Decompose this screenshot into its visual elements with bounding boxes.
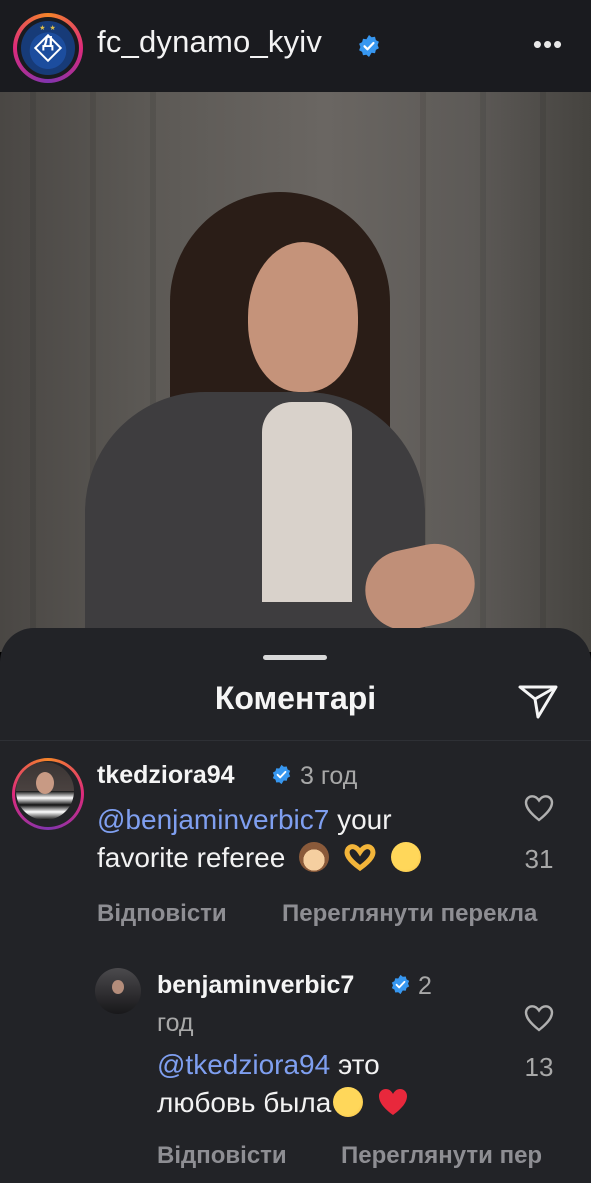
reply-button[interactable]: Відповісти: [157, 1142, 287, 1170]
grinning-sweat-icon: [333, 1086, 364, 1117]
comment-text: @tkedziora94 это любовь была: [157, 1046, 497, 1122]
divider: [0, 740, 591, 741]
more-options-icon[interactable]: •••: [530, 31, 566, 57]
reply-avatar[interactable]: [95, 968, 141, 1014]
heart-hands-icon: [343, 842, 377, 872]
comment-username[interactable]: tkedziora94: [97, 761, 235, 790]
reply-button[interactable]: Відповісти: [97, 900, 227, 928]
verified-badge-icon: [390, 974, 411, 995]
mention-link[interactable]: @benjaminverbic7: [97, 804, 329, 835]
verified-badge-icon: [357, 34, 381, 58]
like-count: 13: [524, 1052, 554, 1082]
comment-text: @benjaminverbic7 your favorite referee: [97, 801, 497, 877]
comment-time: 3 год: [300, 762, 358, 790]
dynamo-logo-icon: ★ ★ Д: [21, 21, 75, 75]
like-count: 31: [524, 844, 554, 874]
comments-sheet: Коментарі tkedziora94 3 год @benjaminver…: [0, 628, 591, 1183]
share-icon[interactable]: [516, 681, 560, 721]
verified-badge-icon: [271, 764, 292, 785]
comment-time: 2: [418, 972, 432, 1000]
sheet-drag-handle[interactable]: [263, 655, 327, 660]
sheet-title: Коментарі: [214, 680, 377, 716]
account-avatar[interactable]: ★ ★ Д: [13, 13, 83, 83]
mention-link[interactable]: @tkedziora94: [157, 1049, 330, 1080]
comment-username[interactable]: benjaminverbic7: [157, 971, 354, 1000]
reel-video[interactable]: [0, 92, 591, 652]
like-heart-icon[interactable]: [524, 1004, 554, 1032]
red-heart-icon: [377, 1087, 409, 1117]
account-name[interactable]: fc_dynamo_kyiv: [97, 24, 322, 60]
see-translation-button[interactable]: Переглянути перекла: [282, 900, 537, 928]
post-header: ★ ★ Д fc_dynamo_kyiv •••: [0, 0, 591, 92]
grinning-sweat-icon: [390, 841, 421, 872]
comment-time-continued: год: [157, 1009, 194, 1037]
see-translation-button[interactable]: Переглянути пер: [341, 1142, 542, 1170]
see-no-evil-monkey-icon: [299, 841, 330, 872]
comment-avatar[interactable]: [12, 758, 84, 830]
like-heart-icon[interactable]: [524, 794, 554, 822]
